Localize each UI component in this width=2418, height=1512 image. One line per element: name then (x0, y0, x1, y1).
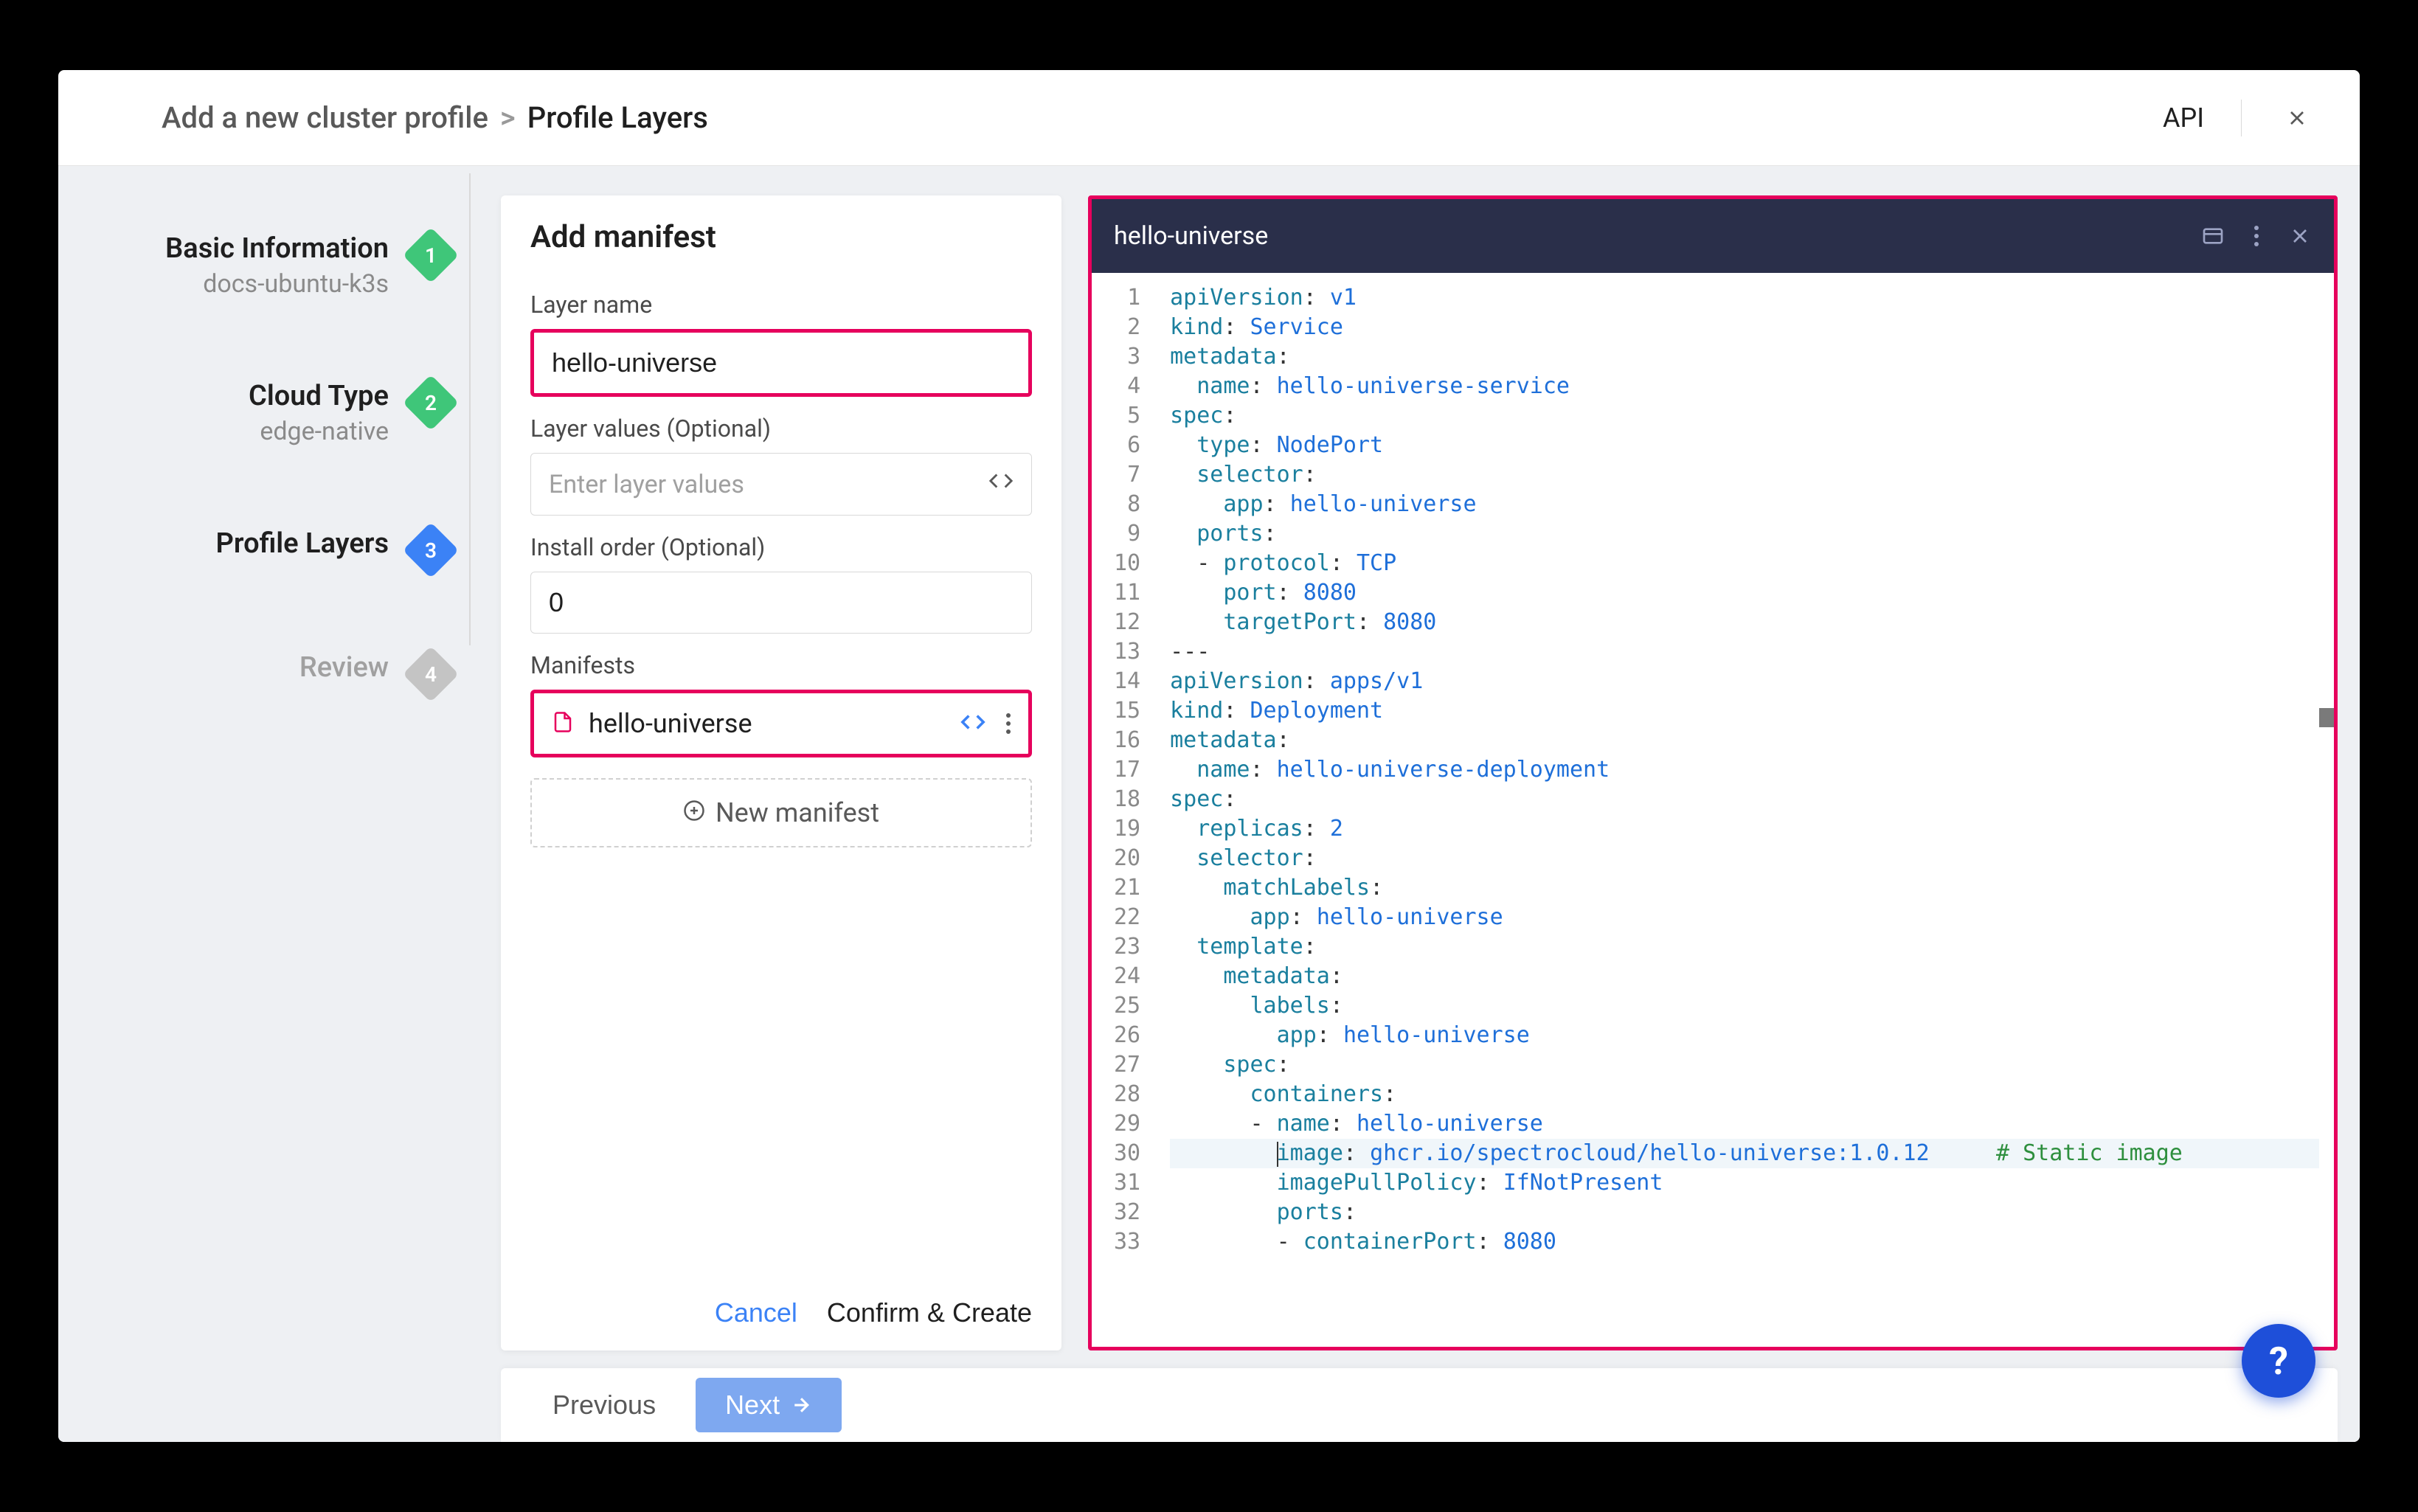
api-link[interactable]: API (2163, 103, 2204, 133)
editor-title: hello-universe (1114, 221, 2201, 251)
layer-name-label: Layer name (530, 291, 1032, 319)
code-icon (988, 468, 1014, 500)
editor-panel: hello-universe 1234567891011121314151617… (1088, 195, 2338, 1350)
gutter: 1234567891011121314151617181920212223242… (1092, 273, 1155, 1347)
editor-header: hello-universe (1092, 199, 2334, 273)
install-order-input[interactable] (530, 572, 1032, 634)
step-3[interactable]: Profile Layers 3 (58, 527, 479, 570)
breadcrumb-current: Profile Layers (527, 100, 708, 135)
titlebar: Add a new cluster profile > Profile Laye… (58, 70, 2360, 166)
edit-code-icon[interactable] (960, 710, 985, 738)
next-button[interactable]: Next (696, 1378, 842, 1432)
form-title: Add manifest (501, 195, 1061, 273)
manifest-item-name: hello-universe (589, 708, 946, 739)
file-icon (552, 709, 574, 738)
editor-close-icon[interactable] (2288, 224, 2312, 248)
step-4[interactable]: Review 4 (58, 651, 479, 694)
divider (2241, 100, 2242, 136)
form-panel: Add manifest Layer name Layer values (Op… (501, 195, 1061, 1350)
breadcrumb-sep: > (500, 100, 516, 135)
layer-name-input[interactable] (530, 329, 1032, 397)
manifest-item[interactable]: hello-universe (530, 690, 1032, 757)
close-icon (2285, 106, 2309, 130)
layer-values-input[interactable]: Enter layer values (530, 453, 1032, 516)
confirm-create-button[interactable]: Confirm & Create (827, 1297, 1032, 1328)
main: Add manifest Layer name Layer values (Op… (479, 166, 2360, 1442)
manifest-kebab-menu[interactable] (1006, 713, 1011, 734)
expand-icon[interactable] (2201, 224, 2225, 248)
step-2[interactable]: Cloud Typeedge-native 2 (58, 380, 479, 446)
layer-values-label: Layer values (Optional) (530, 415, 1032, 443)
previous-button[interactable]: Previous (530, 1390, 678, 1421)
breadcrumb-root[interactable]: Add a new cluster profile (162, 100, 488, 135)
arrow-right-icon (790, 1394, 812, 1416)
overflow-indicator (2319, 708, 2334, 727)
sidebar: Basic Informationdocs-ubuntu-k3s 1 Cloud… (58, 166, 479, 1442)
layer-values-placeholder: Enter layer values (549, 470, 744, 499)
code-area[interactable]: apiVersion: v1kind: Servicemetadata: nam… (1155, 273, 2334, 1347)
app-window: Add a new cluster profile > Profile Laye… (58, 70, 2360, 1442)
bottom-bar: Previous Next (501, 1368, 2338, 1442)
help-fab[interactable]: ? (2242, 1324, 2315, 1398)
cancel-button[interactable]: Cancel (715, 1297, 797, 1328)
step-1[interactable]: Basic Informationdocs-ubuntu-k3s 1 (58, 232, 479, 299)
manifests-label: Manifests (530, 651, 1032, 679)
new-manifest-button[interactable]: New manifest (530, 778, 1032, 847)
new-manifest-label: New manifest (716, 797, 879, 828)
body: Basic Informationdocs-ubuntu-k3s 1 Cloud… (58, 166, 2360, 1442)
next-label: Next (725, 1390, 780, 1421)
install-order-label: Install order (Optional) (530, 533, 1032, 561)
editor-kebab-menu[interactable] (2254, 226, 2259, 246)
breadcrumb: Add a new cluster profile > Profile Laye… (162, 100, 708, 135)
editor-body[interactable]: 1234567891011121314151617181920212223242… (1092, 273, 2334, 1347)
plus-circle-icon (683, 797, 705, 828)
close-button[interactable] (2279, 100, 2315, 136)
